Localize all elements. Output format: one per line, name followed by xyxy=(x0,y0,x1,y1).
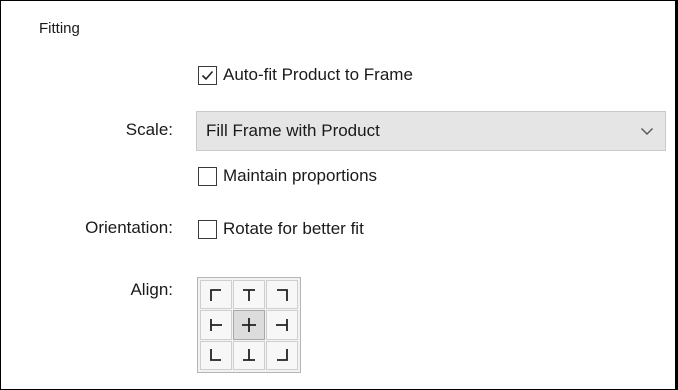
align-bottom-center-icon xyxy=(243,349,255,362)
rotate-checkbox[interactable] xyxy=(198,219,217,239)
autofit-checkbox-row[interactable]: Auto-fit Product to Frame xyxy=(198,65,413,85)
align-middle-left-icon xyxy=(210,318,222,331)
align-top-right-icon xyxy=(277,288,288,301)
fitting-panel: Fitting Auto-fit Product to Frame Scale:… xyxy=(0,0,678,390)
group-title: Fitting xyxy=(39,20,80,37)
align-center-icon xyxy=(242,317,256,332)
align-middle-right-button[interactable] xyxy=(266,310,298,340)
align-grid xyxy=(197,277,301,373)
align-top-left-button[interactable] xyxy=(200,280,232,310)
align-middle-right-icon xyxy=(276,318,288,331)
autofit-checkbox[interactable] xyxy=(198,65,217,85)
checkmark-icon xyxy=(201,70,214,80)
align-top-right-button[interactable] xyxy=(266,280,298,310)
align-bottom-right-icon xyxy=(277,349,288,362)
align-bottom-left-icon xyxy=(210,349,221,362)
align-top-center-button[interactable] xyxy=(233,280,265,310)
maintain-checkbox-row[interactable]: Maintain proportions xyxy=(198,166,377,186)
align-label: Align: xyxy=(130,280,173,299)
align-top-center-icon xyxy=(243,288,255,301)
rotate-label: Rotate for better fit xyxy=(223,219,364,238)
align-bottom-center-button[interactable] xyxy=(233,340,265,370)
align-top-left-icon xyxy=(210,288,221,301)
align-bottom-left-button[interactable] xyxy=(200,340,232,370)
scale-select[interactable]: Fill Frame with Product xyxy=(196,111,666,151)
rotate-checkbox-row[interactable]: Rotate for better fit xyxy=(198,219,364,239)
chevron-down-icon xyxy=(629,127,665,136)
align-bottom-right-button[interactable] xyxy=(266,340,298,370)
maintain-proportions-label: Maintain proportions xyxy=(223,166,378,185)
align-middle-center-button[interactable] xyxy=(233,310,265,340)
align-middle-left-button[interactable] xyxy=(200,310,232,340)
maintain-proportions-checkbox[interactable] xyxy=(198,166,217,186)
autofit-label: Auto-fit Product to Frame xyxy=(223,65,413,84)
scale-select-value: Fill Frame with Product xyxy=(206,121,380,140)
scale-label: Scale: xyxy=(125,120,173,139)
orientation-label: Orientation: xyxy=(85,218,173,237)
